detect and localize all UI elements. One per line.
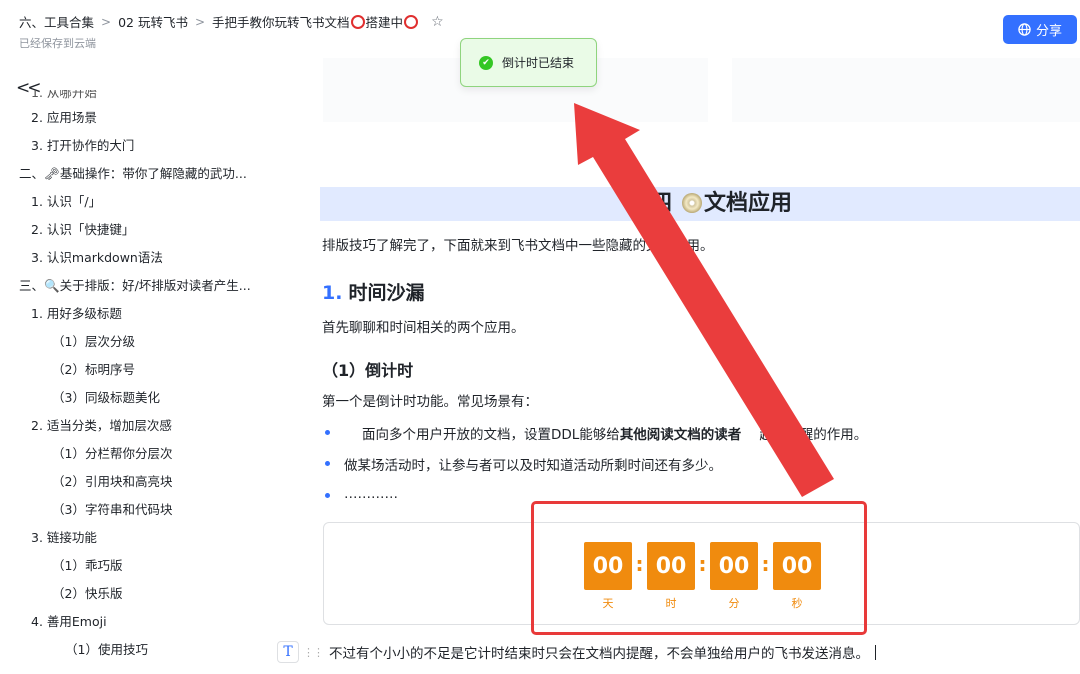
globe-icon: [1018, 23, 1031, 36]
list-item[interactable]: …………: [325, 486, 398, 502]
text-cursor: [875, 644, 876, 660]
outline-item[interactable]: 3. 认识markdown语法: [0, 244, 290, 272]
page-title: 手把手教你玩转飞书文档 搭建中: [212, 12, 419, 31]
outline-item[interactable]: 3. 链接功能: [0, 524, 290, 552]
outline-item[interactable]: （2）标明序号: [0, 356, 290, 384]
outline-item[interactable]: 1. 用好多级标题: [0, 300, 290, 328]
outline-item[interactable]: （3）同级标题美化: [0, 384, 290, 412]
outline-item[interactable]: （1）层次分级: [0, 328, 290, 356]
disc-emoji-icon: [682, 193, 703, 213]
outline-item[interactable]: 2. 应用场景: [0, 104, 290, 132]
annotation-highlight-box: [531, 501, 867, 635]
list-item[interactable]: 做某场活动时，让参与者可以及时知道活动所剩时间还有多少。: [325, 454, 722, 474]
outline-item[interactable]: 2. 认识「快捷键」: [0, 216, 290, 244]
outline-item[interactable]: 三、🔍关于排版：好/坏排版对读者产生...: [0, 272, 290, 300]
paragraph[interactable]: 首先聊聊和时间相关的两个应用。: [322, 316, 525, 336]
list-item[interactable]: 面向多个用户开放的文档，设置DDL能够给其他阅读文档的读者 起到提醒的作用。: [324, 423, 867, 443]
toast-text: 倒计时已结束: [502, 56, 575, 70]
chevron-right-icon: >: [101, 14, 112, 29]
red-circle-emoji-icon: [350, 15, 365, 29]
outline-item[interactable]: （1）分栏帮你分层次: [0, 440, 290, 468]
intro-paragraph[interactable]: 排版技巧了解完了，下面就来到飞书文档中一些隐藏的文档应用。: [322, 234, 714, 254]
heading-1-block[interactable]: 四文档应用: [320, 187, 1080, 221]
drag-handle-icon[interactable]: ⋮⋮: [303, 646, 324, 659]
outline-item[interactable]: （1）使用技巧: [0, 636, 290, 664]
breadcrumb: 六、工具合集 > 02 玩转飞书 > 手把手教你玩转飞书文档 搭建中 ☆: [19, 12, 444, 31]
check-circle-icon: ✔: [479, 55, 493, 70]
outline-item[interactable]: 1. 从哪开始: [0, 90, 290, 104]
star-icon[interactable]: ☆: [431, 14, 444, 30]
outline-item[interactable]: （3）字符串和代码块: [0, 496, 290, 524]
outline-item[interactable]: 二、🗝基础操作：带你了解隐藏的武功...: [0, 160, 290, 188]
save-status: 已经保存到云端: [19, 37, 96, 50]
share-button[interactable]: 分享: [1003, 15, 1077, 44]
outline-item[interactable]: （2）引用块和高亮块: [0, 468, 290, 496]
outline-item[interactable]: （1）乖巧版: [0, 552, 290, 580]
outline-item[interactable]: 3. 打开协作的大门: [0, 132, 290, 160]
heading-2[interactable]: 1. 时间沙漏: [322, 278, 424, 305]
paragraph[interactable]: 不过有个小小的不足是它计时结束时只会在文档内提醒，不会单独给用户的飞书发送消息。: [329, 642, 869, 662]
paragraph[interactable]: 第一个是倒计时功能。常见场景有：: [322, 390, 538, 410]
last-paragraph-row: T ⋮⋮ 不过有个小小的不足是它计时结束时只会在文档内提醒，不会单独给用户的飞书…: [277, 641, 876, 663]
outline-item[interactable]: （2）快乐版: [0, 580, 290, 608]
toast-notification: ✔ 倒计时已结束: [460, 38, 597, 87]
chevron-right-icon: >: [194, 14, 206, 29]
faded-block: [732, 58, 1080, 122]
text-format-icon[interactable]: T: [277, 641, 299, 663]
breadcrumb-item-feishu[interactable]: 02 玩转飞书: [118, 12, 188, 31]
breadcrumb-item-tools[interactable]: 六、工具合集: [19, 12, 94, 31]
outline-list: 1. 从哪开始 2. 应用场景 3. 打开协作的大门 二、🗝基础操作：带你了解隐藏的武…: [0, 90, 290, 664]
heading-3[interactable]: （1）倒计时: [322, 357, 413, 381]
outline-sidebar: << 1. 从哪开始 2. 应用场景 3. 打开协作的大门 二、🗝基础操作：带你了解隐…: [0, 58, 290, 674]
red-circle-emoji-icon: [404, 15, 419, 29]
outline-item[interactable]: 2. 适当分类，增加层次感: [0, 412, 290, 440]
outline-item[interactable]: 1. 认识「/」: [0, 188, 290, 216]
outline-item[interactable]: 4. 善用Emoji: [0, 608, 290, 636]
